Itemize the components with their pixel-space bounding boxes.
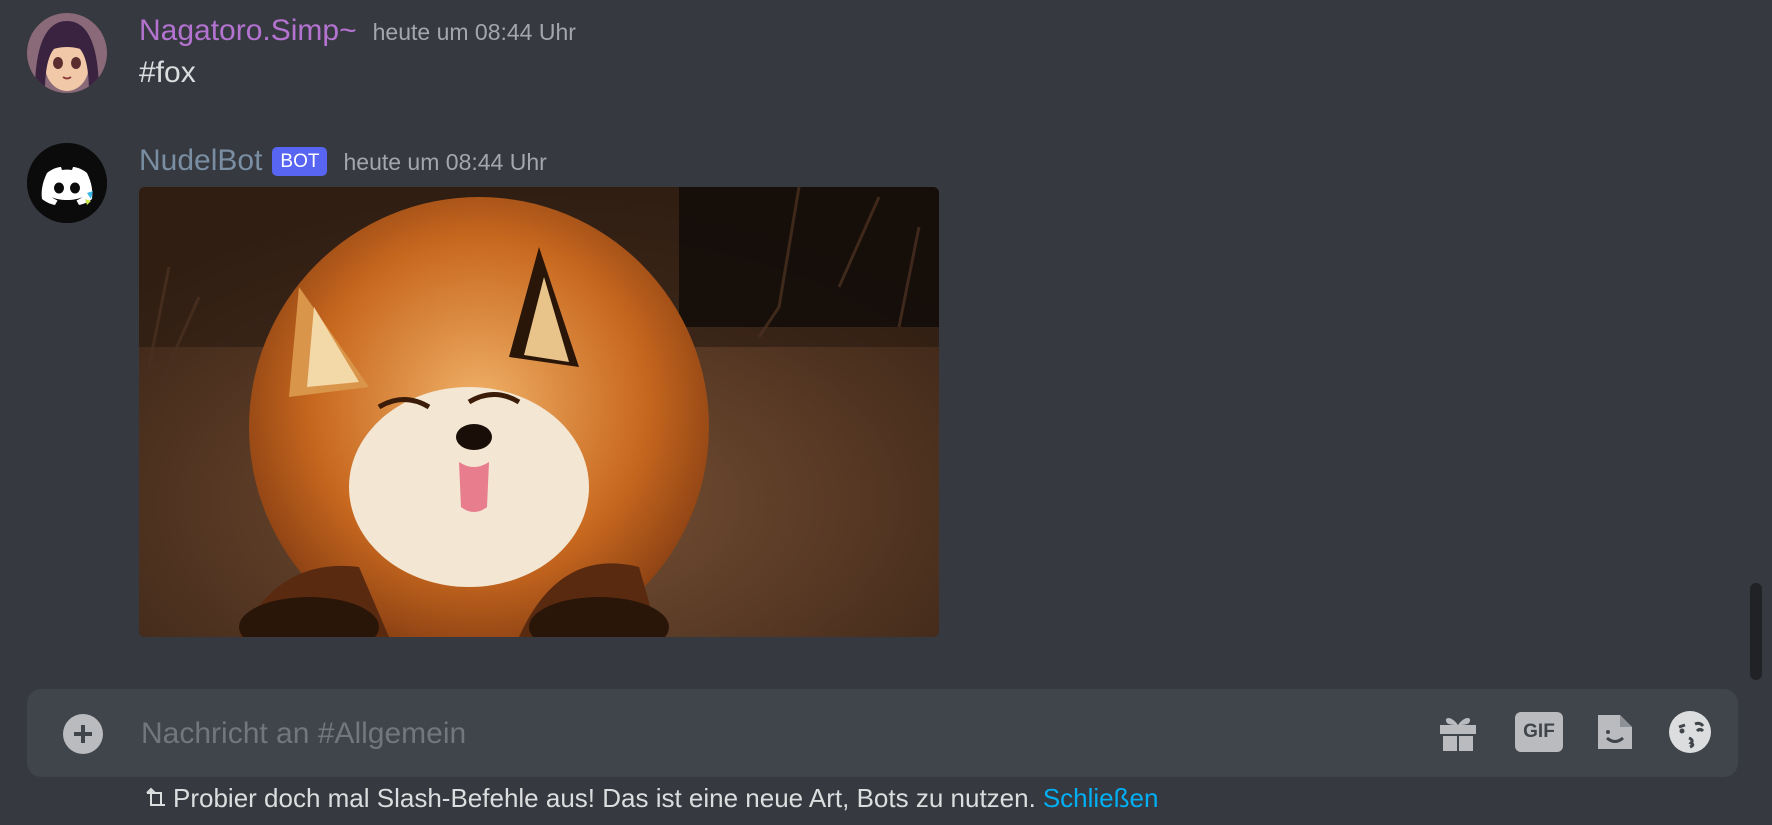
scrollbar-thumb[interactable] <box>1750 583 1762 680</box>
username[interactable]: Nagatoro.Simp~ <box>139 13 357 49</box>
bot-tag: BOT <box>272 146 328 176</box>
fox-photo[interactable] <box>139 187 939 637</box>
scrollbar-track[interactable] <box>1752 0 1764 680</box>
arrow-up-icon <box>146 787 165 806</box>
hint-text: Probier doch mal Slash-Befehle aus! Das … <box>173 783 1036 813</box>
message-composer: GIF <box>27 689 1738 777</box>
username[interactable]: NudelBot <box>139 143 262 179</box>
bot-avatar[interactable] <box>27 143 107 223</box>
gif-icon[interactable]: GIF <box>1514 709 1564 755</box>
slash-command-hint: Probier doch mal Slash-Befehle aus! Das … <box>143 783 1158 814</box>
user-avatar[interactable] <box>27 13 107 93</box>
close-link[interactable]: Schließen <box>1043 783 1159 814</box>
gif-label: GIF <box>1523 721 1555 742</box>
sticker-icon[interactable] <box>1592 709 1638 755</box>
message-content: #fox <box>139 56 196 89</box>
discord-logo-icon <box>27 143 107 223</box>
emoji-icon[interactable] <box>1667 709 1713 755</box>
timestamp: heute um 08:44 Uhr <box>343 149 547 175</box>
gift-icon[interactable] <box>1435 709 1481 755</box>
message-header: Nagatoro.Simp~ heute um 08:44 Uhr <box>139 13 576 49</box>
message-header: NudelBot BOT heute um 08:44 Uhr <box>139 143 547 179</box>
plus-circle-icon[interactable] <box>63 714 103 754</box>
timestamp: heute um 08:44 Uhr <box>372 19 576 45</box>
message-input[interactable] <box>139 707 1443 761</box>
